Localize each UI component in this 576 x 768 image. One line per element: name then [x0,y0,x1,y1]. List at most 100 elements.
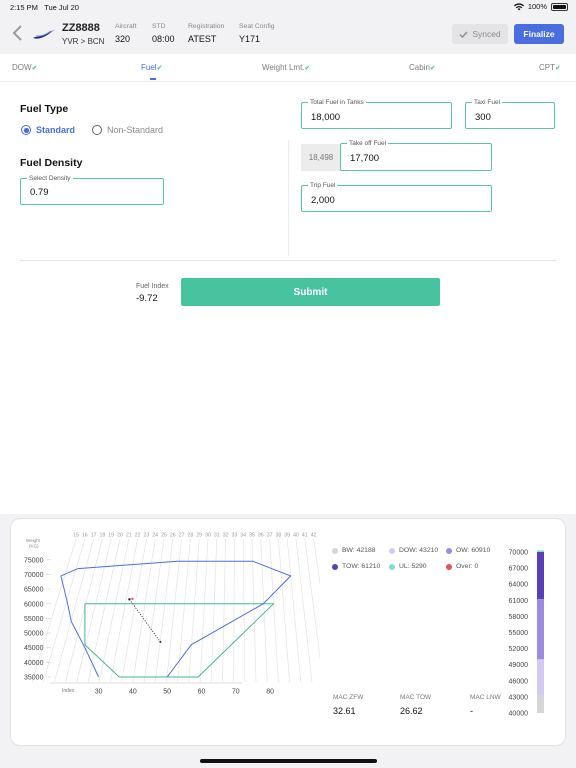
tow-point [128,598,131,601]
active-tab-indicator [150,78,156,80]
airline-logo [33,29,55,39]
tab-bar: DOW✔ Fuel✔ Weight Lmt.✔ Cabin✔ CPT✔ [0,54,576,82]
index-guide-line [251,538,257,683]
status-right: 100% [513,2,568,11]
flight-route: YVR > BCN [62,37,105,46]
x-tick-label: 80 [266,689,274,696]
status-bar: 2:15 PM Tue Jul 20 100% [0,0,576,14]
top-scale-label: 36 [258,533,264,539]
top-scale-label: 21 [126,533,132,539]
top-scale-label: 39 [284,533,290,539]
bar-scale-label: 46000 [509,678,529,685]
fuel-type-title: Fuel Type [20,103,69,115]
synced-button[interactable]: Synced [452,24,508,44]
bar-scale-label: 43000 [509,694,529,701]
fuel-index-label: Fuel Index [136,283,169,290]
bar-segment-ow [537,599,544,660]
check-icon: ✔ [31,65,38,72]
radio-standard[interactable]: Standard [21,125,75,135]
tab-dow[interactable]: DOW✔ [12,63,37,72]
top-scale-label: 26 [170,533,176,539]
index-guide-line [233,538,235,683]
registration-field: Registration ATEST [188,23,225,44]
check-icon: ✔ [156,65,163,72]
total-fuel-input[interactable]: Total Fuel in Tanks 18,000 [301,99,452,129]
top-scale-label: 29 [196,533,202,539]
index-guide-line [132,538,156,683]
takeoff-fuel-input[interactable]: Take off Fuel 17,700 [340,140,492,171]
legend-swatch [332,563,338,570]
x-tick-label: 60 [198,689,206,696]
top-scale-label: 25 [161,533,167,539]
home-indicator [200,759,377,763]
top-scale-label: 28 [188,533,194,539]
index-guide-line [65,538,103,683]
check-icon [459,31,468,38]
tab-cabin[interactable]: Cabin✔ [409,63,436,72]
tow-envelope [60,560,292,678]
battery-percent: 100% [527,2,547,11]
index-guide-line [304,538,320,660]
weight-bar-chart: 70000 67000 64000 61000 58000 55000 52000 49000… [509,550,544,718]
bar-scale-label: 52000 [509,646,529,653]
submit-button[interactable]: Submit [181,278,440,306]
tab-fuel[interactable]: Fuel✔ [141,63,162,72]
battery-icon [551,2,568,11]
check-icon: ✔ [429,65,436,72]
y-tick-label: 35000 [24,675,44,682]
y-tick-label: 75000 [24,557,44,564]
bar-segment-ul [537,550,544,552]
trip-fuel-input[interactable]: Trip Fuel 2,000 [301,182,492,212]
legend-swatch [446,563,452,570]
legend-swatch [389,547,395,554]
bar-scale-label: 70000 [509,550,529,557]
top-scale-label: 16 [82,533,88,539]
top-scale-label: 22 [135,533,141,539]
zfw-point [159,640,162,643]
y-tick-label: 60000 [24,601,44,608]
index-guide-line [242,538,246,683]
top-scale-label: 24 [152,533,158,539]
back-chevron-icon[interactable] [11,24,25,42]
taxi-fuel-input[interactable]: Taxi Fuel 300 [465,99,555,129]
top-scale-label: 17 [91,533,97,539]
top-scale-label: 35 [249,533,255,539]
radio-selected-icon [21,125,31,135]
takeoff-fuel-reference: 18,498 [301,144,341,171]
top-scale-label: 20 [117,533,123,539]
legend-ul: UL: 5290 [389,563,427,570]
index-guide-line [98,538,130,683]
radio-non-standard[interactable]: Non-Standard [92,125,163,135]
index-guide-line [286,538,302,683]
bar-scale-label: 61000 [509,598,529,605]
top-scale-label: 33 [232,533,238,539]
index-guide-line [210,538,218,683]
finalize-button[interactable]: Finalize [514,24,564,44]
y-tick-label: 50000 [24,631,44,638]
wifi-icon [513,2,524,10]
bar-scale-label: 58000 [509,614,529,621]
mac-lnw: MAC LNW - [470,694,501,716]
bar-scale-label: 49000 [509,662,529,669]
density-select[interactable]: Select Density 0.79 [20,175,164,205]
index-guide-line [42,538,86,683]
index-guide-line [143,538,165,683]
top-scale-label: 31 [214,533,220,539]
aircraft-field: Aircraft 320 [115,23,137,44]
tow-marker [131,597,134,601]
bar-segment-tow [537,552,544,600]
bar-scale-label: 40000 [509,711,529,718]
index-guide-line [269,538,279,683]
flight-header: ZZ8888 YVR > BCN Aircraft 320 STD 08:00 Re… [0,14,576,54]
top-scale-label: 30 [205,533,211,539]
tab-cpt[interactable]: CPT✔ [539,63,561,72]
legend-dow: DOW: 43210 [389,547,438,554]
seat-config-field: Seat Config Y171 [239,23,275,44]
index-guide-line [54,538,94,683]
tab-weight-limit[interactable]: Weight Lmt.✔ [262,63,310,72]
top-scale-label: 40 [293,533,299,539]
x-axis-title: Index [62,688,75,694]
std-field: STD 08:00 [152,23,175,44]
legend-tow: TOW: 61210 [332,563,380,570]
y-tick-label: 70000 [24,572,44,579]
